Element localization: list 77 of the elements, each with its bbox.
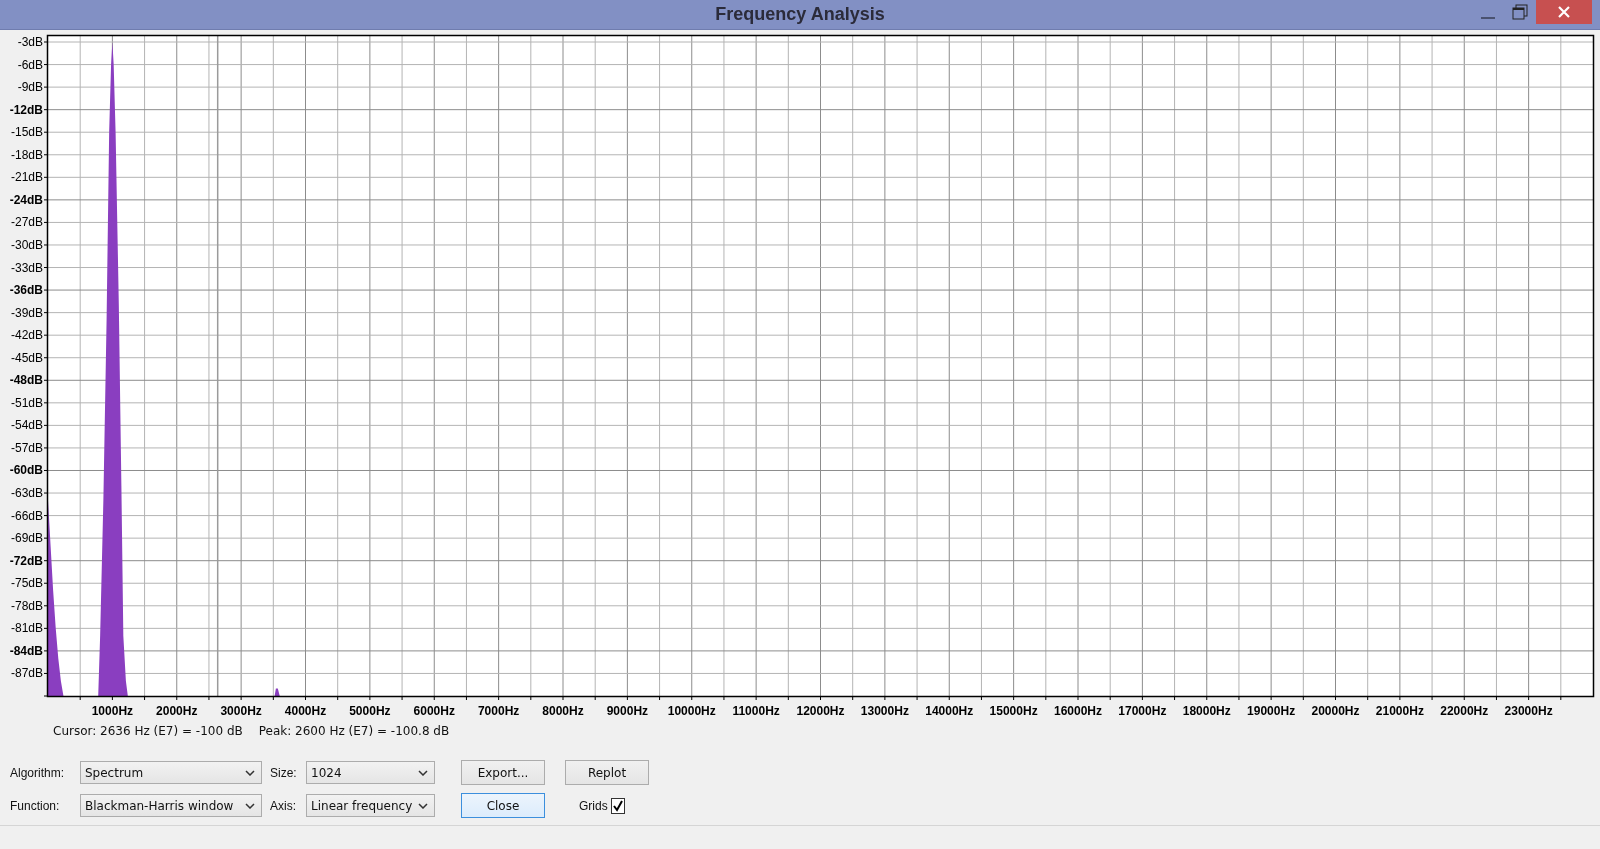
y-axis-label: -24dB — [9, 192, 43, 207]
chevron-down-icon — [245, 769, 255, 776]
y-axis-label: -84dB — [9, 643, 43, 658]
y-axis-label: -72dB — [9, 553, 43, 568]
y-axis-label: -48dB — [9, 373, 43, 388]
y-axis-label: -63dB — [10, 486, 43, 501]
dialog-button[interactable]: Replot — [565, 760, 649, 785]
y-axis-label: -75dB — [10, 576, 43, 591]
y-axis-label: -45dB — [10, 350, 43, 365]
field-label: Function: — [10, 798, 61, 813]
x-axis-label: 22000Hz — [1440, 704, 1489, 716]
x-axis-label: 10000Hz — [667, 704, 716, 716]
x-axis-label: 19000Hz — [1247, 704, 1296, 716]
x-axis-label: 5000Hz — [349, 704, 391, 716]
dialog-button[interactable]: Export... — [461, 760, 545, 785]
x-axis-label: 8000Hz — [542, 704, 584, 716]
close-icon — [1558, 6, 1570, 18]
dropdown-select[interactable]: Blackman-Harris window — [80, 794, 262, 817]
y-axis-label: -9dB — [17, 80, 43, 95]
x-axis-label: 16000Hz — [1054, 704, 1102, 716]
x-axis-label: 17000Hz — [1118, 704, 1167, 716]
x-axis-label: 15000Hz — [989, 704, 1038, 716]
checkmark-icon — [611, 799, 624, 812]
dropdown-select[interactable]: Spectrum — [80, 761, 262, 784]
minimize-icon — [1481, 17, 1495, 19]
x-axis-label: 18000Hz — [1182, 704, 1231, 716]
y-axis-label: -78dB — [10, 598, 43, 613]
x-axis-label: 14000Hz — [925, 704, 974, 716]
cursor-readout: Cursor: 2636 Hz (E7) = -100 dB — [53, 724, 243, 738]
x-axis-label: 2000Hz — [156, 704, 198, 716]
field-label: Algorithm: — [10, 765, 66, 780]
grids-checkbox[interactable] — [610, 797, 625, 814]
y-axis-label: -21dB — [10, 170, 43, 185]
x-axis-label: 1000Hz — [91, 704, 134, 716]
x-axis-label: 13000Hz — [860, 704, 909, 716]
restore-icon — [1512, 4, 1528, 20]
y-axis-label: -33dB — [10, 260, 43, 275]
chevron-down-icon — [418, 802, 428, 809]
y-axis-label: -18dB — [10, 147, 43, 162]
chevron-down-icon — [418, 769, 428, 776]
dropdown-select[interactable]: Linear frequency — [306, 794, 435, 817]
y-axis-label: -54dB — [10, 418, 43, 433]
peak-readout: Peak: 2600 Hz (E7) = -100.8 dB — [258, 724, 450, 738]
y-axis-label: -42dB — [10, 328, 43, 343]
y-axis-label: -60dB — [9, 463, 43, 478]
field-label: Size: — [270, 765, 298, 780]
close-button[interactable] — [1536, 0, 1592, 24]
x-axis-label: 3000Hz — [220, 704, 262, 716]
x-axis-label: 9000Hz — [606, 704, 649, 716]
y-axis-label: -6dB — [17, 57, 43, 72]
x-axis-label: 20000Hz — [1311, 704, 1360, 716]
field-label: Axis: — [270, 798, 297, 813]
y-axis-label: -57dB — [10, 440, 43, 455]
x-axis-label: 12000Hz — [796, 704, 845, 716]
x-axis-label: 11000Hz — [732, 704, 780, 716]
x-axis-label: 21000Hz — [1375, 704, 1424, 716]
chevron-down-icon — [245, 802, 255, 809]
y-axis-label: -51dB — [10, 395, 43, 410]
x-axis-label: 6000Hz — [413, 704, 455, 716]
y-axis-label: -66dB — [10, 508, 43, 523]
y-axis-label: -15dB — [10, 125, 43, 140]
grids-label: Grids — [579, 798, 608, 813]
x-axis-label: 7000Hz — [477, 704, 520, 716]
y-axis-label: -12dB — [9, 102, 43, 117]
y-axis-label: -30dB — [10, 237, 43, 252]
y-axis-label: -81dB — [10, 621, 43, 636]
y-axis-label: -87dB — [10, 666, 43, 681]
y-axis-label: -39dB — [10, 305, 43, 320]
y-axis-label: -36dB — [9, 283, 43, 298]
x-axis-label: 4000Hz — [284, 704, 327, 716]
dialog-button[interactable]: Close — [461, 793, 545, 818]
window-title: Frequency Analysis — [715, 4, 885, 25]
dropdown-select[interactable]: 1024 — [306, 761, 435, 784]
y-axis-label: -3dB — [17, 35, 43, 49]
x-axis-label: 23000Hz — [1504, 704, 1553, 716]
y-axis-label: -69dB — [10, 531, 43, 546]
y-axis-label: -27dB — [10, 215, 43, 230]
